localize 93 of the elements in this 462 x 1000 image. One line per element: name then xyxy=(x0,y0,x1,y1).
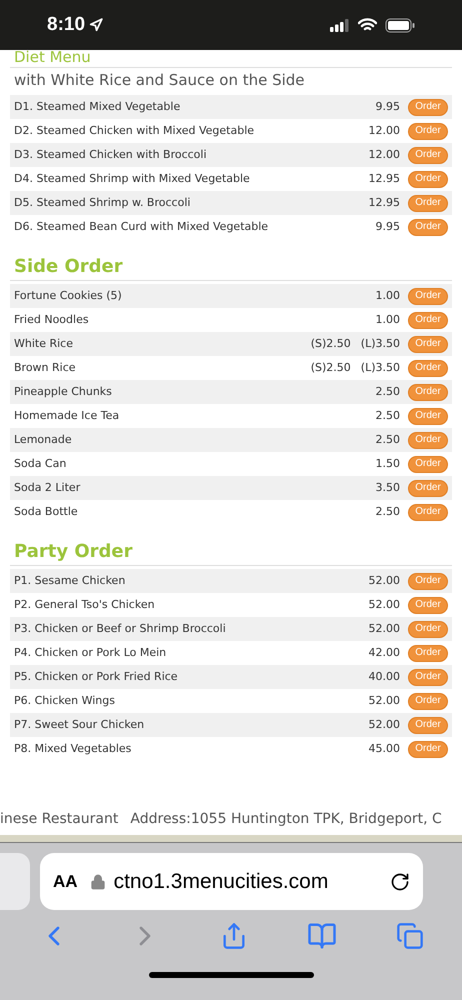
order-button[interactable]: Order xyxy=(408,170,448,188)
price: 2.50 xyxy=(376,504,400,520)
order-button[interactable]: Order xyxy=(408,480,448,496)
order-button[interactable]: Order xyxy=(408,336,448,352)
order-button[interactable]: Order xyxy=(408,716,448,734)
order-button[interactable]: Order xyxy=(408,644,448,662)
price: 42.00 xyxy=(368,644,400,661)
price: (S)2.50 xyxy=(310,336,351,352)
order-button[interactable]: Order xyxy=(408,288,448,304)
price: 1.00 xyxy=(376,288,400,304)
previous-tab[interactable] xyxy=(0,853,30,910)
dish-name: D5. Steamed Shrimp w. Broccoli xyxy=(14,194,192,211)
order-button[interactable]: Order xyxy=(408,122,448,140)
price: (L)3.50 xyxy=(360,360,400,376)
order-button[interactable]: Order xyxy=(408,668,448,686)
dish-name: Lemonade xyxy=(14,432,73,448)
lock-icon xyxy=(90,874,106,890)
price: 52.00 xyxy=(368,716,400,733)
url-text: ctno1.3menucities.com xyxy=(114,868,328,895)
restaurant-address: Address:1055 Huntington TPK, Bridgeport, C xyxy=(130,810,442,829)
order-button[interactable]: Order xyxy=(408,408,448,424)
dish-name: P5. Chicken or Pork Fried Rice xyxy=(14,668,179,685)
order-button[interactable]: Order xyxy=(408,456,448,472)
price: 1.00 xyxy=(376,312,400,328)
order-button[interactable]: Order xyxy=(408,98,448,116)
price: 12.95 xyxy=(368,170,400,187)
order-button[interactable]: Order xyxy=(408,504,448,520)
order-button[interactable]: Order xyxy=(408,384,448,400)
price: 52.00 xyxy=(368,620,400,637)
battery-icon xyxy=(385,18,415,32)
dish-name: Pineapple Chunks xyxy=(14,384,113,400)
price: 3.50 xyxy=(376,480,400,496)
dish-name: D1. Steamed Mixed Vegetable xyxy=(14,98,182,115)
section-title: Side Order xyxy=(13,256,124,278)
dish-name: P6. Chicken Wings xyxy=(14,692,116,709)
bookmarks-icon[interactable] xyxy=(307,921,338,951)
order-button[interactable]: Order xyxy=(408,596,448,614)
order-button[interactable]: Order xyxy=(408,692,448,710)
price: 9.95 xyxy=(376,218,400,235)
price: 1.50 xyxy=(376,456,400,472)
price: 52.00 xyxy=(368,572,400,589)
order-button[interactable]: Order xyxy=(408,146,448,164)
price: 2.50 xyxy=(376,384,400,400)
dish-name: P1. Sesame Chicken xyxy=(14,572,126,589)
price: 2.50 xyxy=(376,432,400,448)
order-button[interactable]: Order xyxy=(408,312,448,328)
dish-name: D3. Steamed Chicken with Broccoli xyxy=(14,146,208,163)
restaurant-name: inese Restaurant xyxy=(0,810,118,829)
order-button[interactable]: Order xyxy=(408,740,448,758)
text-size-button[interactable]: AA xyxy=(53,868,78,894)
price: 40.00 xyxy=(368,668,400,685)
price: (S)2.50 xyxy=(310,360,351,376)
dish-name: Fortune Cookies (5) xyxy=(14,288,123,304)
wifi-icon xyxy=(358,18,377,32)
dish-name: Soda Bottle xyxy=(14,504,79,520)
section-title: Diet Menu xyxy=(13,50,92,65)
dish-name: Fried Noodles xyxy=(14,312,90,328)
section-subtitle: with White Rice and Sauce on the Side xyxy=(13,70,306,91)
dish-name: White Rice xyxy=(14,336,74,352)
order-button[interactable]: Order xyxy=(408,432,448,448)
dish-name: P8. Mixed Vegetables xyxy=(14,740,132,757)
price: 12.00 xyxy=(368,122,400,139)
address-bar[interactable]: AA ctno1.3menucities.com xyxy=(40,853,423,910)
dish-name: Soda Can xyxy=(14,456,68,472)
price: 45.00 xyxy=(368,740,400,757)
tabs-icon[interactable] xyxy=(396,922,424,950)
order-button[interactable]: Order xyxy=(408,572,448,590)
order-button[interactable]: Order xyxy=(408,360,448,376)
price: 52.00 xyxy=(368,596,400,613)
price: 9.95 xyxy=(376,98,400,115)
clock: 8:10 xyxy=(47,12,86,37)
price: 12.95 xyxy=(368,194,400,211)
dish-name: Brown Rice xyxy=(14,360,77,376)
location-arrow-icon xyxy=(89,18,104,32)
order-button[interactable]: Order xyxy=(408,218,448,236)
price: 52.00 xyxy=(368,692,400,709)
order-button[interactable]: Order xyxy=(408,194,448,212)
reload-icon[interactable] xyxy=(390,872,410,892)
dish-name: D2. Steamed Chicken with Mixed Vegetable xyxy=(14,122,256,139)
dish-name: Soda 2 Liter xyxy=(14,480,82,496)
price: (L)3.50 xyxy=(360,336,400,352)
dish-name: Homemade Ice Tea xyxy=(14,408,120,424)
dish-name: P3. Chicken or Beef or Shrimp Broccoli xyxy=(14,620,227,637)
dish-name: D6. Steamed Bean Curd with Mixed Vegetable xyxy=(14,218,270,235)
order-button[interactable]: Order xyxy=(408,620,448,638)
dish-name: P4. Chicken or Pork Lo Mein xyxy=(14,644,168,661)
section-title: Party Order xyxy=(13,541,134,563)
signal-icon xyxy=(330,18,350,32)
dish-name: P2. General Tso's Chicken xyxy=(14,596,156,613)
dish-name: P7. Sweet Sour Chicken xyxy=(14,716,146,733)
dish-name: D4. Steamed Shrimp with Mixed Vegetable xyxy=(14,170,251,187)
price: 2.50 xyxy=(376,408,400,424)
price: 12.00 xyxy=(368,146,400,163)
